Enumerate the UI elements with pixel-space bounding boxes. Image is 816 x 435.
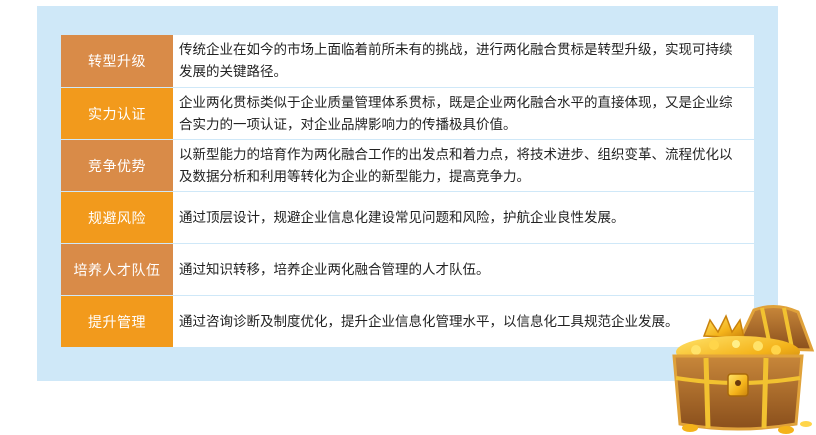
table-row: 提升管理 通过咨询诊断及制度优化，提升企业信息化管理水平，以信息化工具规范企业发… [61,296,754,347]
table-row: 实力认证 企业两化贯标类似于企业质量管理体系贯标，既是企业两化融合水平的直接体现… [61,88,754,139]
table-row: 规避风险 通过顶层设计，规避企业信息化建设常见问题和风险，护航企业良性发展。 [61,192,754,243]
row-description: 企业两化贯标类似于企业质量管理体系贯标，既是企业两化融合水平的直接体现，又是企业… [173,88,754,139]
row-label: 提升管理 [61,296,173,347]
row-description: 通过顶层设计，规避企业信息化建设常见问题和风险，护航企业良性发展。 [173,192,754,243]
row-label: 实力认证 [61,88,173,139]
treasure-chest-icon [672,305,815,434]
row-label: 培养人才队伍 [61,244,173,295]
table-row: 培养人才队伍 通过知识转移，培养企业两化融合管理的人才队伍。 [61,244,754,295]
row-label: 转型升级 [61,35,173,87]
row-description: 通过知识转移，培养企业两化融合管理的人才队伍。 [173,244,754,295]
row-description: 以新型能力的培育作为两化融合工作的出发点和着力点，将技术进步、组织变革、流程优化… [173,140,754,191]
row-label: 规避风险 [61,192,173,243]
table-row: 竞争优势 以新型能力的培育作为两化融合工作的出发点和着力点，将技术进步、组织变革… [61,140,754,191]
row-description: 传统企业在如今的市场上面临着前所未有的挑战，进行两化融合贯标是转型升级，实现可持… [173,35,754,87]
table-row: 转型升级 传统企业在如今的市场上面临着前所未有的挑战，进行两化融合贯标是转型升级… [61,35,754,87]
benefits-table: 转型升级 传统企业在如今的市场上面临着前所未有的挑战，进行两化融合贯标是转型升级… [61,35,754,348]
row-label: 竞争优势 [61,140,173,191]
